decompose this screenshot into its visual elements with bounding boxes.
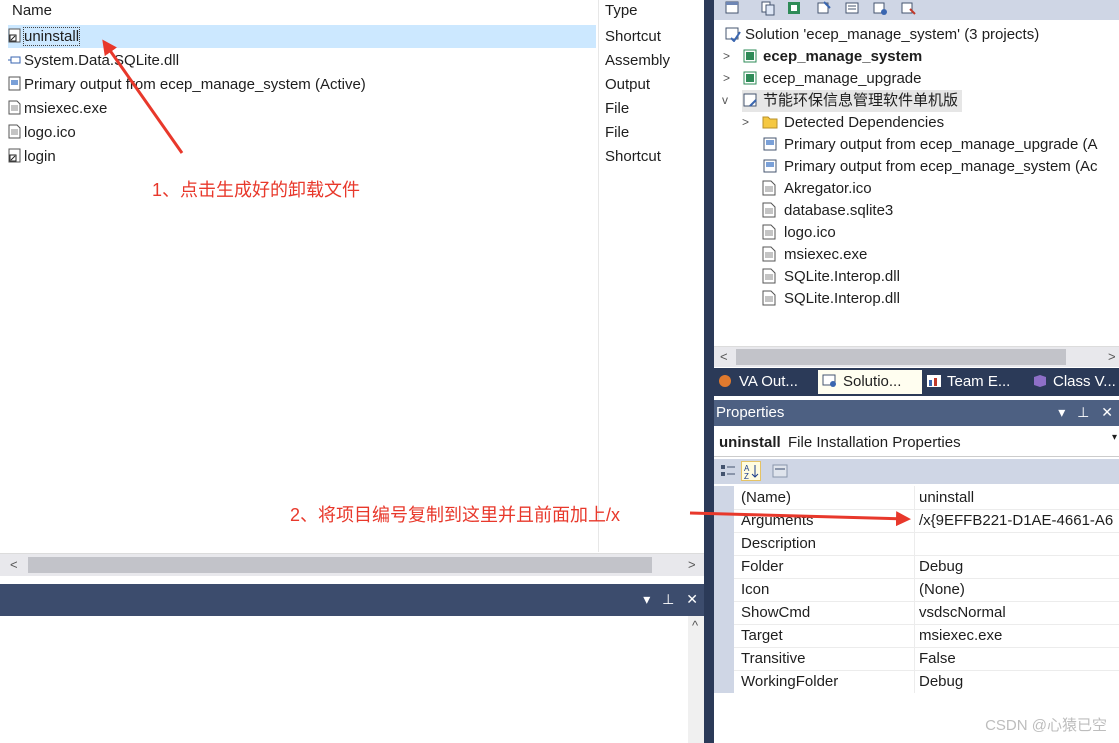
annotation-arrow-2 [689, 511, 911, 527]
watermark: CSDN @心猿已空 [985, 717, 1107, 734]
annotation-arrows [102, 39, 911, 527]
annotation-arrow-1 [102, 39, 184, 154]
